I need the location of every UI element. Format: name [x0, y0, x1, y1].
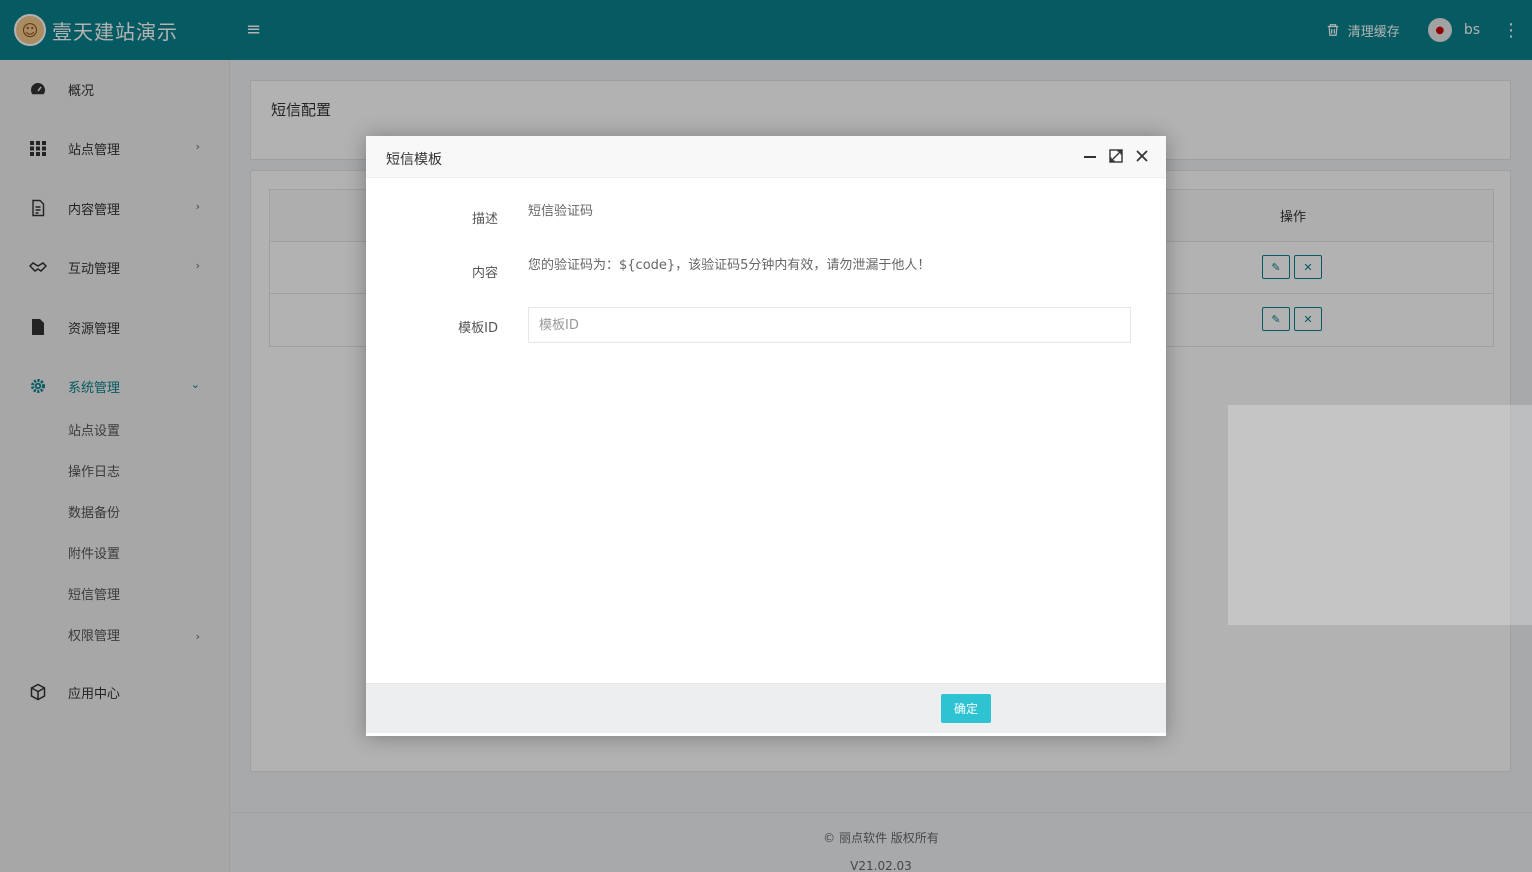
- maximize-icon[interactable]: [1108, 148, 1124, 164]
- ghost-panel: [1228, 405, 1532, 625]
- dialog-header: 短信模板: [366, 136, 1166, 178]
- content-value: 您的验证码为：${code}，该验证码5分钟内有效，请勿泄漏于他人！: [528, 258, 931, 273]
- close-icon[interactable]: [1134, 148, 1150, 164]
- dialog-controls: [1082, 148, 1150, 164]
- dialog-title: 短信模板: [386, 152, 442, 168]
- description-value: 短信验证码: [528, 204, 594, 219]
- minimize-icon[interactable]: [1082, 148, 1098, 164]
- template-id-label: 模板ID: [458, 321, 498, 336]
- sms-template-dialog: 短信模板 描述 短信验证码 内容 您的验证码为：${code}，该验证码5分钟内…: [366, 136, 1166, 736]
- content-label: 内容: [471, 266, 498, 281]
- confirm-button[interactable]: 确定: [941, 694, 991, 723]
- template-id-input[interactable]: [528, 307, 1131, 343]
- description-label: 描述: [471, 212, 498, 227]
- dialog-footer: 确定: [366, 683, 1166, 733]
